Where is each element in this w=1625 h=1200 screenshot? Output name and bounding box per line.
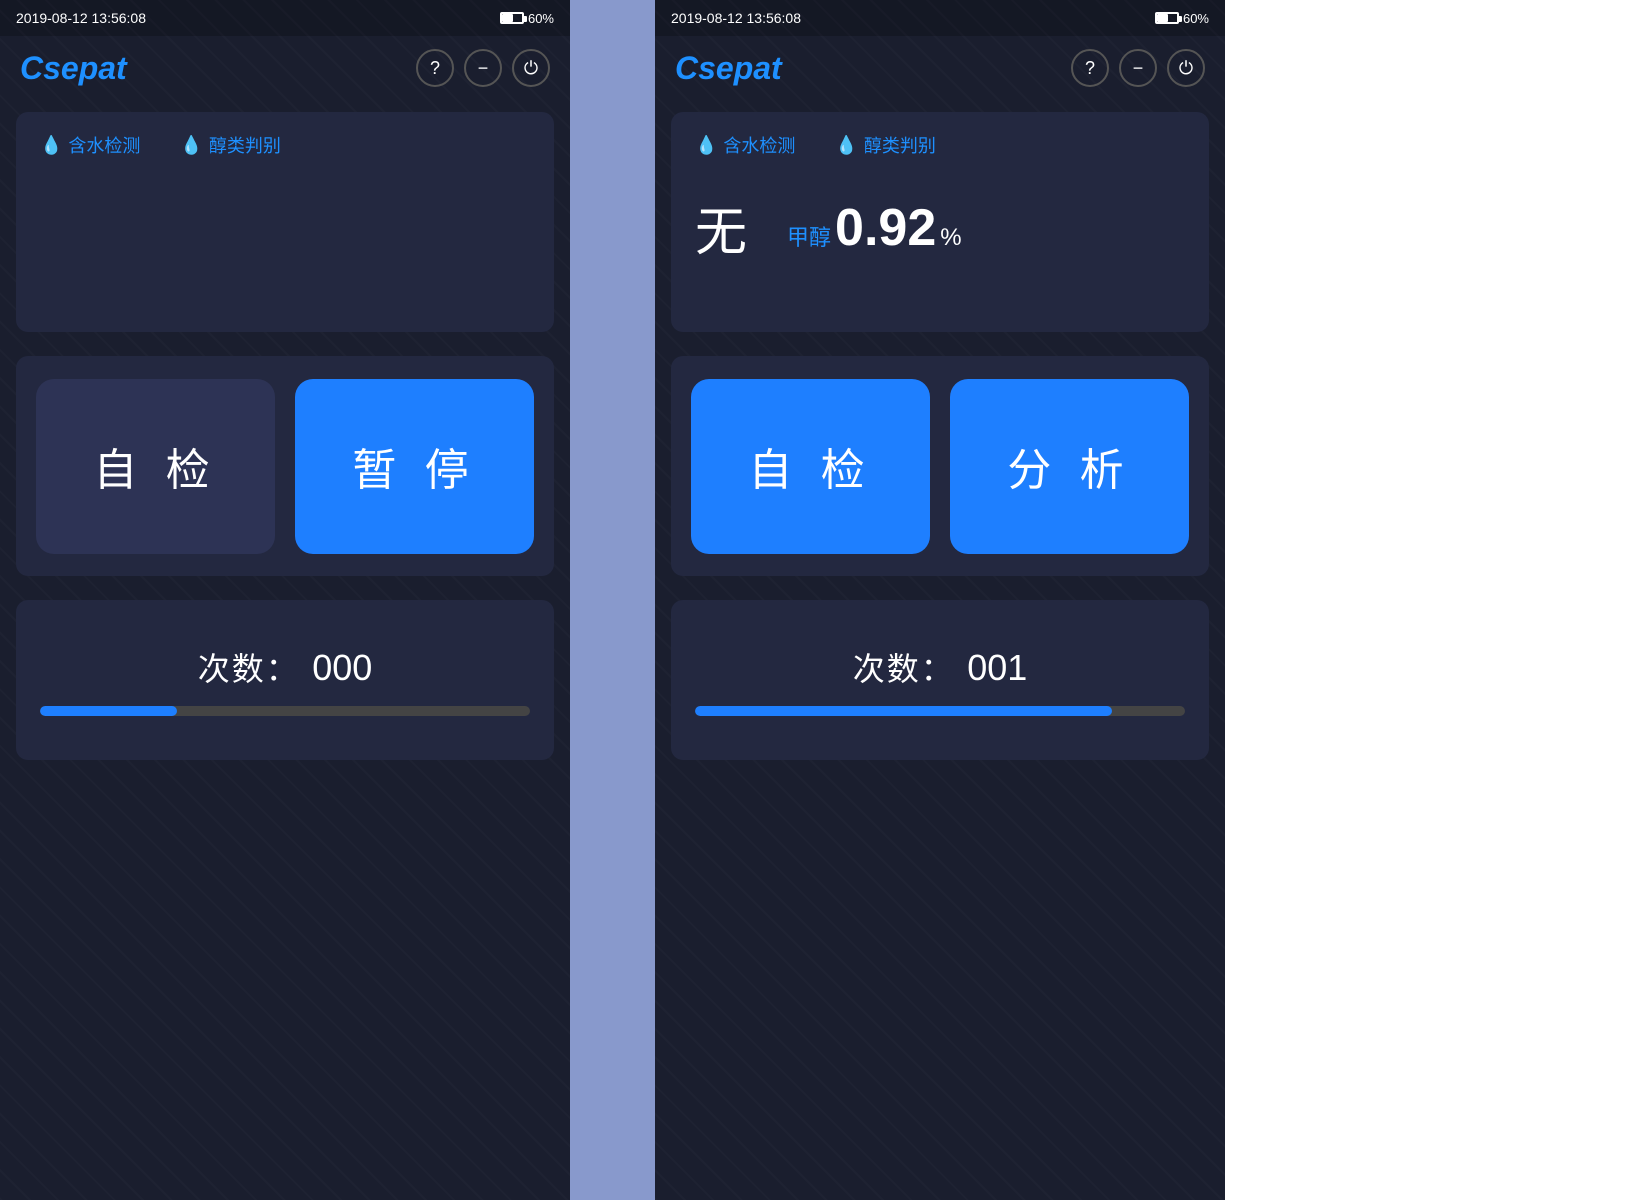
right-zijian-button[interactable]: 自 检: [691, 379, 930, 554]
left-logo: Csepat: [20, 50, 127, 87]
left-count-row: 次数： 000: [198, 644, 373, 690]
left-label-1: 💧 含水检测: [40, 132, 140, 158]
right-power-button[interactable]: ⏻: [1167, 49, 1205, 87]
right-labels-row: 💧 含水检测 💧 醇类判别: [695, 132, 1185, 158]
right-alcohol-unit: %: [940, 224, 961, 252]
right-alcohol-value: 甲醇 0.92 %: [787, 198, 962, 258]
left-help-button[interactable]: ?: [416, 49, 454, 87]
left-header: Csepat ? − ⏻: [0, 36, 570, 100]
left-header-buttons: ? − ⏻: [416, 49, 550, 87]
right-alcohol-type: 甲醇: [787, 220, 831, 252]
right-battery-percent: 60%: [1183, 11, 1209, 26]
right-drop-icon-1: 💧: [695, 135, 717, 156]
right-label-text-1: 含水检测: [723, 132, 795, 158]
left-progress-bar: [40, 706, 530, 716]
right-count-label: 次数：: [853, 651, 955, 687]
left-battery: 60%: [500, 11, 554, 26]
left-label-text-1: 含水检测: [68, 132, 140, 158]
right-alcohol-number: 0.92: [835, 198, 936, 258]
left-power-button[interactable]: ⏻: [512, 49, 550, 87]
right-info-card: 💧 含水检测 💧 醇类判别 无 甲醇 0.92 %: [671, 112, 1209, 332]
left-count-label: 次数：: [198, 651, 300, 687]
left-buttons-card: 自 检 暂 停: [16, 356, 554, 576]
left-drop-icon-1: 💧: [40, 135, 62, 156]
right-help-button[interactable]: ?: [1071, 49, 1109, 87]
left-progress-fill: [40, 706, 177, 716]
left-count-card: 次数： 000: [16, 600, 554, 760]
right-status-bar: 2019-08-12 13:56:08 60%: [655, 0, 1225, 36]
right-battery-icon: [1155, 12, 1179, 24]
right-count-card: 次数： 001: [671, 600, 1209, 760]
divider: [570, 0, 655, 1200]
right-header: Csepat ? − ⏻: [655, 36, 1225, 100]
right-drop-icon-2: 💧: [835, 135, 857, 156]
left-battery-percent: 60%: [528, 11, 554, 26]
right-minimize-button[interactable]: −: [1119, 49, 1157, 87]
right-buttons-card: 自 检 分 析: [671, 356, 1209, 576]
left-info-card: 💧 含水检测 💧 醇类判别: [16, 112, 554, 332]
left-battery-icon: [500, 12, 524, 24]
right-label-text-2: 醇类判别: [864, 132, 936, 158]
left-count-value: 000: [312, 647, 372, 688]
left-panel: 2019-08-12 13:56:08 60% Csepat ? − ⏻ 💧 含…: [0, 0, 570, 1200]
right-count-value: 001: [967, 647, 1027, 688]
left-time: 2019-08-12 13:56:08: [16, 10, 146, 26]
left-zijian-button[interactable]: 自 检: [36, 379, 275, 554]
right-time: 2019-08-12 13:56:08: [671, 10, 801, 26]
left-labels-row: 💧 含水检测 💧 醇类判别: [40, 132, 530, 158]
right-values-row: 无 甲醇 0.92 %: [695, 190, 1185, 265]
left-minimize-button[interactable]: −: [464, 49, 502, 87]
right-label-2: 💧 醇类判别: [835, 132, 935, 158]
left-label-text-2: 醇类判别: [209, 132, 281, 158]
right-label-1: 💧 含水检测: [695, 132, 795, 158]
right-panel: 2019-08-12 13:56:08 60% Csepat ? − ⏻ 💧 含…: [655, 0, 1225, 1200]
right-water-value: 无: [695, 190, 747, 265]
left-zanting-button[interactable]: 暂 停: [295, 379, 534, 554]
right-progress-fill: [695, 706, 1112, 716]
right-logo: Csepat: [675, 50, 782, 87]
left-status-bar: 2019-08-12 13:56:08 60%: [0, 0, 570, 36]
right-count-row: 次数： 001: [853, 644, 1028, 690]
right-progress-bar: [695, 706, 1185, 716]
right-battery: 60%: [1155, 11, 1209, 26]
right-fenxi-button[interactable]: 分 析: [950, 379, 1189, 554]
left-drop-icon-2: 💧: [180, 135, 202, 156]
left-label-2: 💧 醇类判别: [180, 132, 280, 158]
right-header-buttons: ? − ⏻: [1071, 49, 1205, 87]
